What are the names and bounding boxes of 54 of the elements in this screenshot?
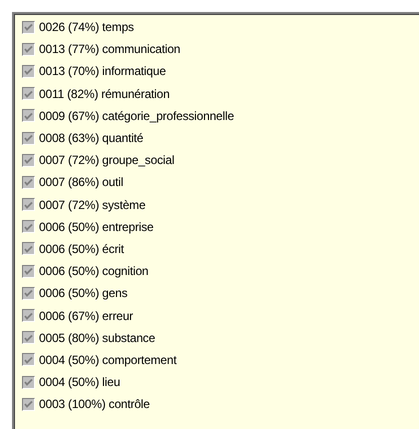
checkbox[interactable] — [22, 176, 35, 189]
checkmark-icon — [24, 178, 33, 186]
item-label: 0004 (50%) comportement — [39, 352, 176, 367]
checkmark-icon — [24, 267, 33, 276]
checkmark-icon — [24, 112, 33, 120]
checkmark-icon — [24, 289, 33, 298]
item-label: 0007 (72%) groupe_social — [39, 153, 174, 168]
checkmark-icon — [24, 334, 33, 342]
item-label: 0013 (77%) communication — [39, 42, 180, 56]
checkbox[interactable] — [22, 64, 35, 78]
checkmark-icon — [24, 67, 33, 76]
checkmark-icon — [24, 45, 33, 54]
checkbox[interactable] — [22, 154, 35, 167]
checkmark-icon — [24, 244, 33, 253]
checkbox[interactable] — [22, 309, 35, 322]
checkbox[interactable] — [22, 264, 35, 278]
item-label: 0026 (74%) temps — [39, 20, 134, 34]
checkmark-icon — [24, 378, 33, 386]
checkbox[interactable] — [22, 87, 35, 100]
checkbox[interactable] — [22, 109, 35, 122]
item-label: 0007 (72%) système — [39, 198, 146, 212]
item-label: 0005 (80%) substance — [39, 330, 156, 345]
item-label: 0007 (86%) outil — [39, 175, 124, 190]
checkbox[interactable] — [22, 242, 35, 256]
item-label: 0009 (67%) catégorie_professionnelle — [39, 108, 234, 123]
checkmark-icon — [24, 222, 33, 231]
checkbox[interactable] — [22, 286, 35, 300]
checkmark-icon — [24, 134, 33, 142]
item-label: 0006 (50%) entreprise — [39, 220, 154, 234]
checkbox[interactable] — [22, 132, 35, 145]
checkmark-icon — [24, 23, 33, 32]
checkmark-icon — [24, 312, 33, 320]
checkmark-icon — [24, 400, 33, 408]
checkbox[interactable] — [22, 198, 35, 212]
checkmark-icon — [24, 356, 33, 364]
item-label: 0006 (50%) écrit — [39, 242, 124, 256]
item-label: 0006 (67%) erreur — [39, 308, 133, 323]
checkbox[interactable] — [22, 20, 35, 34]
item-label: 0006 (50%) gens — [39, 286, 128, 300]
checkbox[interactable] — [22, 376, 35, 389]
item-label: 0013 (70%) informatique — [39, 64, 166, 78]
item-label: 0004 (50%) lieu — [39, 375, 120, 390]
checkmark-icon — [24, 156, 33, 164]
checkbox[interactable] — [22, 331, 35, 344]
item-label: 0008 (63%) quantité — [39, 131, 144, 146]
checkbox[interactable] — [22, 220, 35, 234]
item-label: 0011 (82%) rémunération — [39, 86, 170, 101]
item-label: 0003 (100%) contrôle — [39, 397, 150, 412]
checkbox[interactable] — [22, 398, 35, 411]
checkbox[interactable] — [22, 42, 35, 56]
checkmark-icon — [24, 90, 33, 98]
checkbox[interactable] — [22, 353, 35, 366]
item-label: 0006 (50%) cognition — [39, 264, 148, 278]
checkmark-icon — [24, 200, 33, 209]
